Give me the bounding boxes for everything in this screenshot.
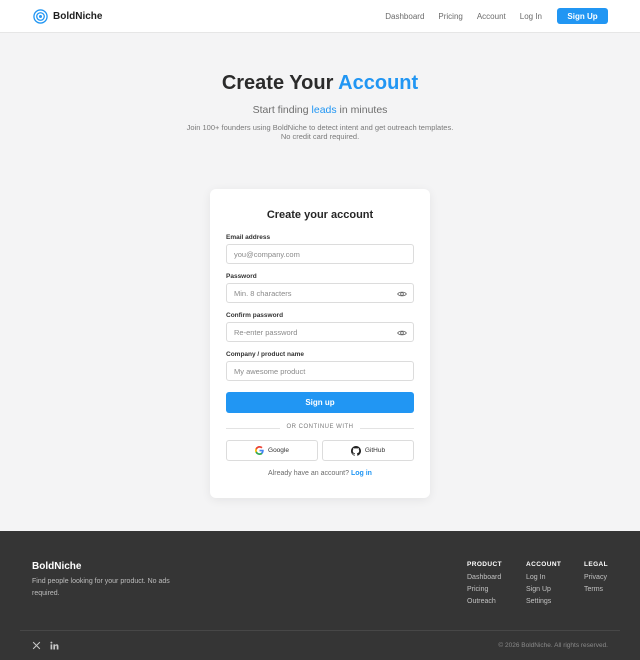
or-continue-divider: OR CONTINUE WITH [226, 424, 414, 433]
footer-link-settings[interactable]: Settings [526, 598, 561, 606]
company-placeholder: My awesome product [234, 367, 306, 376]
footer-link-terms[interactable]: Terms [584, 586, 608, 594]
google-label: Google [268, 447, 289, 454]
email-field[interactable]: you@company.com [226, 244, 414, 264]
company-field[interactable]: My awesome product [226, 361, 414, 381]
signup-card: Create your account Email address you@co… [210, 189, 430, 498]
footer-column-account: ACCOUNT Log In Sign Up Settings [526, 561, 561, 610]
signup-submit-button[interactable]: Sign up [226, 392, 414, 413]
subtitle-suffix: in minutes [336, 104, 388, 116]
subtitle-accent: leads [311, 104, 337, 116]
github-signin-button[interactable]: GitHub [322, 440, 414, 461]
company-label: Company / product name [226, 351, 305, 358]
main-nav: Dashboard Pricing Account Log In Sign Up [371, 8, 608, 24]
email-placeholder: you@company.com [234, 250, 300, 259]
footer-divider [20, 630, 620, 631]
footer-link-dashboard[interactable]: Dashboard [467, 574, 502, 582]
show-password-eye-icon[interactable] [397, 289, 407, 299]
footer-column-legal: LEGAL Privacy Terms [584, 561, 608, 598]
signin-prompt: Already have an account? Log in [210, 470, 430, 477]
google-signin-button[interactable]: Google [226, 440, 318, 461]
footer-link-login[interactable]: Log In [526, 574, 561, 582]
top-navbar: BoldNiche Dashboard Pricing Account Log … [0, 0, 640, 33]
show-confirm-password-eye-icon[interactable] [397, 328, 407, 338]
nav-pricing[interactable]: Pricing [438, 12, 462, 21]
footer-link-signup[interactable]: Sign Up [526, 586, 561, 594]
subtitle-prefix: Start finding [252, 104, 312, 116]
github-label: GitHub [364, 447, 386, 454]
footer-column-title: ACCOUNT [526, 561, 562, 568]
google-icon [255, 446, 264, 455]
password-field[interactable]: Min. 8 characters [226, 283, 414, 303]
nav-account[interactable]: Account [477, 12, 506, 21]
footer-link-pricing[interactable]: Pricing [467, 586, 502, 594]
page-title: Create Your Account [0, 72, 640, 95]
signup-nav-button[interactable]: Sign Up [557, 8, 608, 24]
copyright: © 2026 BoldNiche. All rights reserved. [498, 642, 608, 649]
nav-dashboard[interactable]: Dashboard [385, 12, 424, 21]
footer-link-outreach[interactable]: Outreach [467, 598, 502, 606]
divider-text: OR CONTINUE WITH [286, 424, 354, 430]
footer-column-title: LEGAL [584, 561, 609, 568]
footer-brand: BoldNiche [32, 561, 82, 572]
form-title: Create your account [266, 209, 374, 221]
footer-description: Find people looking for your product. No… [32, 578, 170, 597]
confirm-password-placeholder: Re-enter password [234, 328, 298, 337]
footer-social-links [32, 641, 68, 650]
page-subtitle: Start finding leads in minutes [0, 104, 640, 116]
title-accent: Account [338, 72, 419, 94]
password-placeholder: Min. 8 characters [234, 289, 292, 298]
brand-name: BoldNiche [53, 11, 103, 22]
logo[interactable]: BoldNiche [33, 9, 102, 24]
divider-line-right [360, 428, 414, 429]
password-label: Password [226, 273, 257, 280]
page-description: Join 100+ founders using BoldNiche to de… [170, 123, 470, 141]
confirm-password-label: Confirm password [226, 312, 284, 319]
footer-column-title: PRODUCT [467, 561, 502, 568]
github-icon [350, 445, 361, 456]
linkedin-icon[interactable] [50, 641, 59, 650]
email-label: Email address [226, 234, 271, 241]
description-line-1: Join 100+ founders using BoldNiche to de… [186, 123, 454, 132]
x-icon[interactable] [32, 641, 41, 650]
nav-login[interactable]: Log In [520, 12, 542, 21]
login-link[interactable]: Log in [351, 470, 372, 477]
footer-column-product: PRODUCT Dashboard Pricing Outreach [467, 561, 502, 610]
footer-link-privacy[interactable]: Privacy [584, 574, 608, 582]
title-prefix: Create Your [221, 72, 339, 94]
description-line-2: No credit card required. [280, 132, 360, 141]
footer: BoldNiche Find people looking for your p… [0, 531, 640, 660]
signin-prompt-text: Already have an account? [268, 470, 349, 477]
target-logo-icon [33, 9, 48, 24]
confirm-password-field[interactable]: Re-enter password [226, 322, 414, 342]
